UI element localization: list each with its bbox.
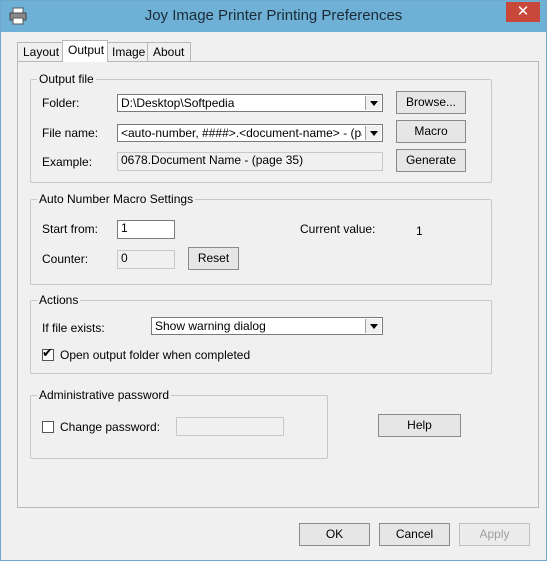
folder-label: Folder: — [42, 96, 80, 110]
auto-number-group: Auto Number Macro Settings Start from: 1… — [30, 192, 492, 285]
window-title: Joy Image Printer Printing Preferences — [144, 7, 403, 24]
title-bar[interactable]: Joy Image Printer Printing Preferences ✕ — [1, 1, 546, 32]
auto-number-legend: Auto Number Macro Settings — [37, 192, 196, 206]
filename-label: File name: — [42, 126, 99, 140]
actions-legend: Actions — [37, 293, 81, 307]
close-button[interactable]: ✕ — [506, 2, 540, 22]
client-area: Layout Output Image About Output file Fo… — [7, 32, 540, 554]
filename-value: <auto-number, ####>.<document-name> - (p… — [121, 126, 362, 140]
if-file-exists-value: Show warning dialog — [155, 319, 266, 333]
counter-label: Counter: — [42, 252, 89, 266]
output-tab-panel: Output file Folder: D:\Desktop\Softpedia… — [17, 61, 539, 508]
dialog-window: Joy Image Printer Printing Preferences ✕… — [0, 0, 547, 561]
cancel-button[interactable]: Cancel — [379, 523, 450, 546]
tab-output[interactable]: Output — [62, 40, 108, 62]
tab-layout[interactable]: Layout — [17, 42, 63, 61]
close-icon: ✕ — [516, 3, 530, 20]
generate-button[interactable]: Generate — [396, 149, 466, 172]
example-field: 0678.Document Name - (page 35) — [117, 152, 383, 171]
reset-button[interactable]: Reset — [188, 247, 239, 270]
current-value-label: Current value: — [300, 222, 376, 236]
counter-field: 0 — [117, 250, 175, 269]
current-value: 1 — [416, 224, 423, 238]
password-field — [176, 417, 284, 436]
admin-password-group: Administrative password Change password: — [30, 388, 328, 459]
filename-combo[interactable]: <auto-number, ####>.<document-name> - (p… — [117, 124, 383, 142]
ok-button[interactable]: OK — [299, 523, 370, 546]
if-file-exists-label: If file exists: — [42, 321, 105, 335]
output-file-group: Output file Folder: D:\Desktop\Softpedia… — [30, 72, 492, 183]
folder-combo[interactable]: D:\Desktop\Softpedia — [117, 94, 383, 112]
apply-button[interactable]: Apply — [459, 523, 530, 546]
change-password-checkbox[interactable] — [42, 421, 54, 433]
example-label: Example: — [42, 155, 93, 169]
chevron-down-icon[interactable] — [365, 319, 381, 333]
tab-about[interactable]: About — [147, 42, 191, 61]
open-folder-label[interactable]: Open output folder when completed — [60, 348, 250, 362]
start-from-label: Start from: — [42, 222, 99, 236]
if-file-exists-combo[interactable]: Show warning dialog — [151, 317, 383, 335]
chevron-down-icon[interactable] — [365, 96, 381, 110]
open-folder-checkbox[interactable]: ✔ — [42, 345, 54, 361]
help-button[interactable]: Help — [378, 414, 461, 437]
admin-password-legend: Administrative password — [37, 388, 172, 402]
change-password-label[interactable]: Change password: — [60, 420, 160, 434]
chevron-down-icon[interactable] — [365, 126, 381, 140]
checkmark-icon: ✔ — [42, 345, 53, 360]
macro-button[interactable]: Macro — [396, 120, 466, 143]
browse-button[interactable]: Browse... — [396, 91, 466, 114]
tab-image[interactable]: Image — [106, 42, 149, 61]
actions-group: Actions If file exists: Show warning dia… — [30, 293, 492, 374]
output-file-legend: Output file — [37, 72, 96, 86]
folder-value: D:\Desktop\Softpedia — [121, 96, 235, 110]
start-from-input[interactable]: 1 — [117, 220, 175, 239]
